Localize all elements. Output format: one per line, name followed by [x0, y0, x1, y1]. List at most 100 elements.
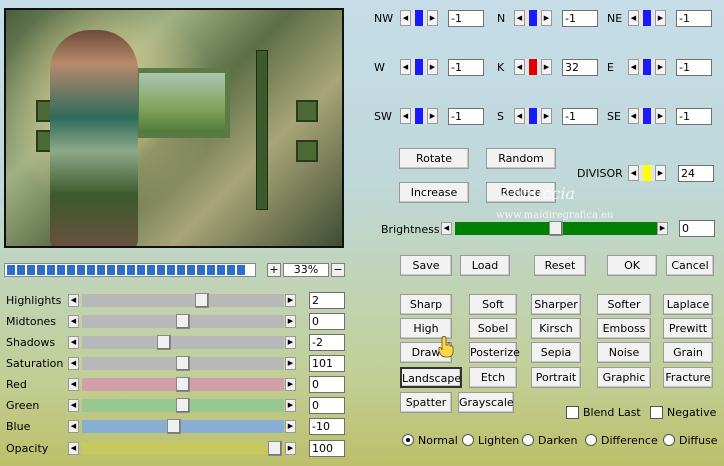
preset-fracture-button[interactable]: Fracture	[663, 367, 713, 388]
zoom-in-button[interactable]: +	[267, 263, 281, 277]
reset-button[interactable]: Reset	[534, 255, 586, 276]
kernel-ne-increase-arrow[interactable]: ▶	[655, 10, 666, 26]
kernel-w-increase-arrow[interactable]: ▶	[427, 59, 438, 75]
midtones-thumb[interactable]	[176, 314, 190, 329]
red-slider[interactable]	[82, 377, 284, 392]
rotate-button[interactable]: Rotate	[399, 148, 469, 169]
kernel-n-decrease-arrow[interactable]: ◀	[514, 10, 525, 26]
preset-posterize-button[interactable]: Posterize	[469, 342, 520, 363]
kernel-n-increase-arrow[interactable]: ▶	[541, 10, 552, 26]
saturation-left-arrow[interactable]: ◀	[68, 357, 79, 370]
opacity-thumb[interactable]	[268, 441, 282, 456]
divisor-value[interactable]: 24	[678, 165, 714, 182]
negative-checkbox[interactable]	[650, 406, 663, 419]
mode-darken-radio[interactable]	[522, 434, 534, 446]
kernel-sw-spinner[interactable]: ◀ ▶	[400, 108, 438, 124]
shadows-slider[interactable]	[82, 335, 284, 350]
kernel-s-decrease-arrow[interactable]: ◀	[514, 108, 525, 124]
cancel-button[interactable]: Cancel	[666, 255, 714, 276]
preset-emboss-button[interactable]: Emboss	[597, 318, 651, 339]
brightness-right-arrow[interactable]: ▶	[657, 222, 668, 235]
kernel-s-increase-arrow[interactable]: ▶	[541, 108, 552, 124]
kernel-w-value[interactable]: -1	[448, 59, 484, 76]
preset-prewitt-button[interactable]: Prewitt	[663, 318, 713, 339]
green-thumb[interactable]	[176, 398, 190, 413]
red-right-arrow[interactable]: ▶	[285, 378, 296, 391]
kernel-ne-decrease-arrow[interactable]: ◀	[628, 10, 639, 26]
green-slider[interactable]	[82, 398, 284, 413]
preset-portrait-button[interactable]: Portrait	[531, 367, 581, 388]
preset-soft-button[interactable]: Soft	[469, 294, 517, 315]
kernel-e-value[interactable]: -1	[676, 59, 712, 76]
kernel-nw-value[interactable]: -1	[448, 10, 484, 27]
preset-landscape-button[interactable]: Landscape	[400, 367, 462, 388]
kernel-se-spinner[interactable]: ◀ ▶	[628, 108, 666, 124]
kernel-nw-spinner[interactable]: ◀ ▶	[400, 10, 438, 26]
preset-kirsch-button[interactable]: Kirsch	[531, 318, 581, 339]
kernel-se-decrease-arrow[interactable]: ◀	[628, 108, 639, 124]
preset-sobel-button[interactable]: Sobel	[469, 318, 517, 339]
highlights-right-arrow[interactable]: ▶	[285, 294, 296, 307]
kernel-s-value[interactable]: -1	[562, 108, 598, 125]
highlights-thumb[interactable]	[195, 293, 209, 308]
kernel-k-spinner[interactable]: ◀ ▶	[514, 59, 552, 75]
brightness-value[interactable]: 0	[679, 220, 715, 237]
mode-diffuse-radio[interactable]	[663, 434, 675, 446]
preset-softer-button[interactable]: Softer	[597, 294, 651, 315]
kernel-se-value[interactable]: -1	[676, 108, 712, 125]
preset-graphic-button[interactable]: Graphic	[597, 367, 651, 388]
kernel-k-value[interactable]: 32	[562, 59, 598, 76]
preset-grain-button[interactable]: Grain	[663, 342, 713, 363]
midtones-slider[interactable]	[82, 314, 284, 329]
brightness-thumb[interactable]	[549, 221, 563, 236]
kernel-sw-decrease-arrow[interactable]: ◀	[400, 108, 411, 124]
shadows-value[interactable]: -2	[309, 334, 345, 351]
highlights-slider[interactable]	[82, 293, 284, 308]
kernel-s-spinner[interactable]: ◀ ▶	[514, 108, 552, 124]
blue-right-arrow[interactable]: ▶	[285, 420, 296, 433]
ok-button[interactable]: OK	[607, 255, 657, 276]
kernel-n-value[interactable]: -1	[562, 10, 598, 27]
saturation-value[interactable]: 101	[309, 355, 345, 372]
preset-noise-button[interactable]: Noise	[597, 342, 651, 363]
preset-sepia-button[interactable]: Sepia	[531, 342, 581, 363]
save-button[interactable]: Save	[400, 255, 452, 276]
red-value[interactable]: 0	[309, 376, 345, 393]
blue-left-arrow[interactable]: ◀	[68, 420, 79, 433]
kernel-se-increase-arrow[interactable]: ▶	[655, 108, 666, 124]
kernel-e-spinner[interactable]: ◀ ▶	[628, 59, 666, 75]
opacity-right-arrow[interactable]: ▶	[285, 442, 296, 455]
increase-button[interactable]: Increase	[399, 182, 469, 203]
kernel-e-decrease-arrow[interactable]: ◀	[628, 59, 639, 75]
preset-spatter-button[interactable]: Spatter	[400, 392, 452, 413]
saturation-thumb[interactable]	[176, 356, 190, 371]
preset-sharp-button[interactable]: Sharp	[400, 294, 452, 315]
green-left-arrow[interactable]: ◀	[68, 399, 79, 412]
mode-difference-radio[interactable]	[585, 434, 597, 446]
divisor-decrease-arrow[interactable]: ◀	[628, 165, 639, 181]
shadows-left-arrow[interactable]: ◀	[68, 336, 79, 349]
preset-etch-button[interactable]: Etch	[469, 367, 517, 388]
mode-normal-radio[interactable]	[402, 434, 414, 446]
kernel-n-spinner[interactable]: ◀ ▶	[514, 10, 552, 26]
mode-lighten-radio[interactable]	[462, 434, 474, 446]
random-button[interactable]: Random	[486, 148, 556, 169]
kernel-w-spinner[interactable]: ◀ ▶	[400, 59, 438, 75]
kernel-nw-decrease-arrow[interactable]: ◀	[400, 10, 411, 26]
green-value[interactable]: 0	[309, 397, 345, 414]
zoom-out-button[interactable]: −	[331, 263, 345, 277]
midtones-right-arrow[interactable]: ▶	[285, 315, 296, 328]
preset-sharper-button[interactable]: Sharper	[531, 294, 581, 315]
highlights-value[interactable]: 2	[309, 292, 345, 309]
kernel-k-decrease-arrow[interactable]: ◀	[514, 59, 525, 75]
midtones-value[interactable]: 0	[309, 313, 345, 330]
kernel-ne-value[interactable]: -1	[676, 10, 712, 27]
blue-thumb[interactable]	[167, 419, 181, 434]
shadows-thumb[interactable]	[157, 335, 171, 350]
saturation-right-arrow[interactable]: ▶	[285, 357, 296, 370]
opacity-value[interactable]: 100	[309, 440, 345, 457]
load-button[interactable]: Load	[460, 255, 510, 276]
brightness-left-arrow[interactable]: ◀	[441, 222, 452, 235]
shadows-right-arrow[interactable]: ▶	[285, 336, 296, 349]
kernel-k-increase-arrow[interactable]: ▶	[541, 59, 552, 75]
